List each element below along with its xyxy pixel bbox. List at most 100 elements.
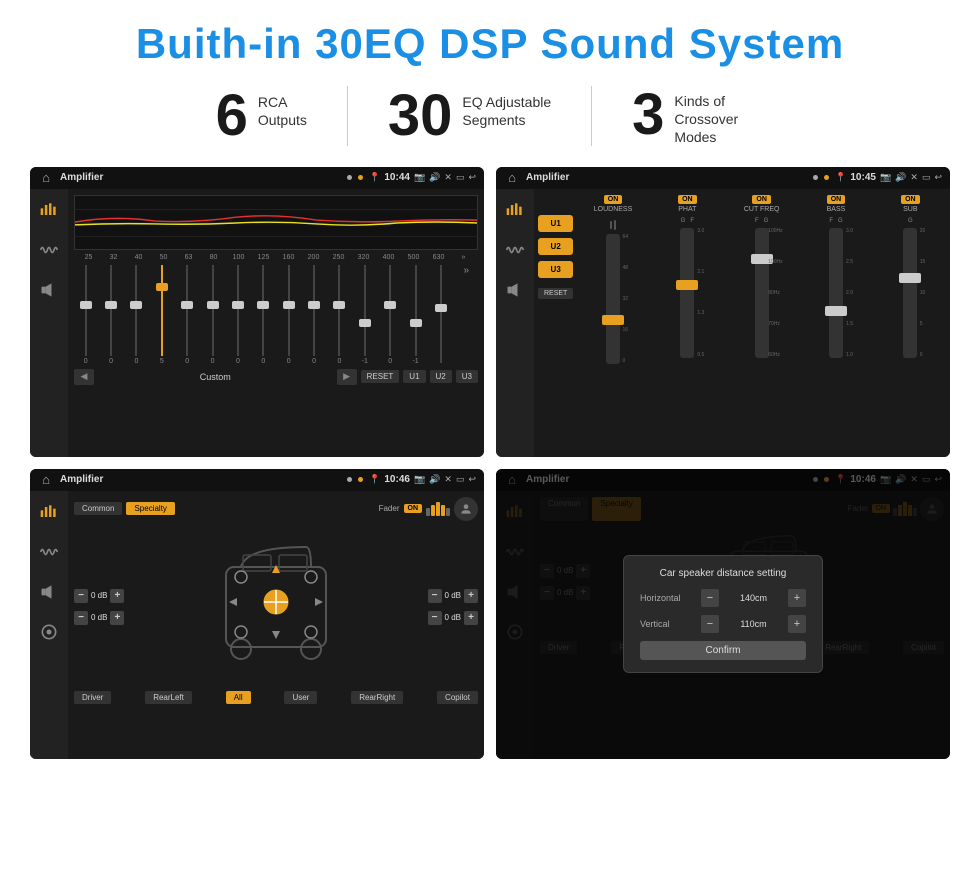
sub-track[interactable]: 20 15 10 5 0 (903, 228, 917, 358)
home-icon-crossover[interactable]: ⌂ (38, 472, 54, 488)
dot-2 (358, 175, 363, 180)
amp-u2-btn[interactable]: U2 (538, 238, 573, 255)
eq-u3-btn[interactable]: U3 (456, 370, 478, 383)
stat-item-rca: 6 RCAOutputs (176, 87, 347, 145)
amp-controls: ON LOUDNESS 64 (577, 195, 946, 451)
bass-track[interactable]: 3.0 2.5 2.0 1.5 1.0 (829, 228, 843, 358)
main-area-eq: 25 32 40 50 63 80 100 125 160 200 250 32… (68, 189, 484, 457)
eq-slider-10[interactable]: 0 (328, 265, 351, 365)
eq-graph (74, 195, 478, 250)
confirm-button[interactable]: Confirm (640, 641, 806, 660)
amp-loudness-on[interactable]: ON (604, 195, 623, 204)
eq-slider-13[interactable]: -1 (404, 265, 427, 365)
sidebar-eq-icon-crossover[interactable] (36, 499, 62, 525)
eq-slider-7[interactable]: 0 (252, 265, 275, 365)
eq-u2-btn[interactable]: U2 (430, 370, 452, 383)
cutfreq-track[interactable]: 100Hz 100Hz 80Hz 70Hz 60Hz (755, 228, 769, 358)
eq-slider-6[interactable]: 0 (226, 265, 249, 365)
freq-labels: 25 32 40 50 63 80 100 125 160 200 250 32… (74, 254, 478, 261)
stat-number-crossover: 3 (632, 86, 664, 144)
eq-slider-12[interactable]: 0 (379, 265, 402, 365)
rearright-btn[interactable]: RearRight (351, 691, 403, 704)
tab-specialty[interactable]: Specialty (126, 502, 174, 515)
amp-u3-btn[interactable]: U3 (538, 261, 573, 278)
vol-right-bottom-plus[interactable]: + (464, 611, 478, 625)
screen-eq: ⌂ Amplifier 📍 10:44 📷 🔊 ✕ ▭ ↩ (30, 167, 484, 457)
sidebar-eq-icon[interactable] (36, 197, 62, 223)
sidebar-wave-icon-amp[interactable] (502, 237, 528, 263)
eq-reset-btn[interactable]: RESET (361, 370, 400, 383)
amp-bass-on[interactable]: ON (827, 195, 846, 204)
copilot-btn[interactable]: Copilot (437, 691, 478, 704)
eq-slider-11[interactable]: -1 (353, 265, 376, 365)
amp-bass-col: ON BASS F G 3.0 2.5 2.0 1.5 (800, 195, 871, 358)
eq-prev-btn[interactable]: ◀ (74, 369, 94, 385)
eq-slider-4[interactable]: 0 (176, 265, 199, 365)
amp-phat-on[interactable]: ON (678, 195, 697, 204)
eq-slider-0[interactable]: 0 (74, 265, 97, 365)
vol-left-bottom-minus[interactable]: − (74, 611, 88, 625)
profile-icon[interactable] (454, 497, 478, 521)
sidebar-eq-icon-amp[interactable] (502, 197, 528, 223)
screen-amp-title: Amplifier (526, 172, 807, 183)
phat-track[interactable]: 3.0 2.1 1.3 0.5 (680, 228, 694, 358)
sidebar-speaker-icon-amp[interactable] (502, 277, 528, 303)
fader-on-badge[interactable]: ON (404, 504, 423, 513)
dot-amp-2 (824, 175, 829, 180)
car-layout-area: − 0 dB + − 0 dB + (74, 527, 478, 687)
sidebar-speaker-icon-crossover[interactable] (36, 579, 62, 605)
vol-right-bottom-minus[interactable]: − (428, 611, 442, 625)
vertical-plus-btn[interactable]: + (788, 615, 806, 633)
vol-left-top-plus[interactable]: + (110, 589, 124, 603)
sidebar-speaker-icon[interactable] (36, 277, 62, 303)
amp-sub-on[interactable]: ON (901, 195, 920, 204)
horizontal-plus-btn[interactable]: + (788, 589, 806, 607)
driver-btn[interactable]: Driver (74, 691, 111, 704)
stat-item-eq: 30 EQ AdjustableSegments (348, 87, 591, 145)
dot-1 (347, 175, 352, 180)
vol-right-top-plus[interactable]: + (464, 589, 478, 603)
eq-next-btn[interactable]: ▶ (337, 369, 357, 385)
car-diagram (128, 527, 423, 687)
amp-u1-btn[interactable]: U1 (538, 215, 573, 232)
vol-left-bottom-plus[interactable]: + (110, 611, 124, 625)
main-area-amp: U1 U2 U3 RESET ON LOUDNESS (534, 189, 950, 457)
sidebar-wave-icon-crossover[interactable] (36, 539, 62, 565)
user-btn[interactable]: User (284, 691, 317, 704)
home-icon-amp[interactable]: ⌂ (504, 170, 520, 186)
eq-slider-2[interactable]: 0 (125, 265, 148, 365)
stat-label-rca: RCAOutputs (258, 93, 307, 129)
vol-right: − 0 dB + − 0 dB + (428, 527, 478, 687)
dot-c2 (358, 477, 363, 482)
page-wrapper: Buith-in 30EQ DSP Sound System 6 RCAOutp… (0, 0, 980, 779)
amp-cutfreq-on[interactable]: ON (752, 195, 771, 204)
amp-bass-label: BASS (827, 206, 846, 213)
sidebar-wave-icon[interactable] (36, 237, 62, 263)
vol-left: − 0 dB + − 0 dB + (74, 527, 124, 687)
home-icon[interactable]: ⌂ (38, 170, 54, 186)
stat-item-crossover: 3 Kinds ofCrossover Modes (592, 86, 804, 147)
eq-u1-btn[interactable]: U1 (403, 370, 425, 383)
vertical-value: 110cm (725, 619, 782, 629)
screen-crossover: ⌂ Amplifier 📍 10:46 📷 🔊 ✕ ▭ ↩ (30, 469, 484, 759)
sidebar-surround-icon[interactable] (36, 619, 62, 645)
amp-cutfreq-label: CUT FREQ (744, 206, 780, 213)
horizontal-minus-btn[interactable]: − (701, 589, 719, 607)
tab-common[interactable]: Common (74, 502, 122, 515)
vol-right-top-minus[interactable]: − (428, 589, 442, 603)
eq-slider-5[interactable]: 0 (201, 265, 224, 365)
eq-slider-8[interactable]: 0 (277, 265, 300, 365)
all-btn[interactable]: All (226, 691, 251, 704)
rearleft-btn[interactable]: RearLeft (145, 691, 192, 704)
eq-slider-3[interactable]: 5 (150, 265, 173, 365)
vertical-minus-btn[interactable]: − (701, 615, 719, 633)
eq-slider-9[interactable]: 0 (302, 265, 325, 365)
eq-slider-14[interactable] (429, 265, 452, 365)
eq-slider-expand[interactable]: » (455, 265, 478, 365)
vol-left-top-minus[interactable]: − (74, 589, 88, 603)
eq-slider-1[interactable]: 0 (99, 265, 122, 365)
loudness-track[interactable]: 64 48 32 16 0 (606, 234, 620, 364)
status-bar-crossover: ⌂ Amplifier 📍 10:46 📷 🔊 ✕ ▭ ↩ (30, 469, 484, 491)
amp-reset-btn[interactable]: RESET (538, 288, 573, 299)
modal-horizontal-row: Horizontal − 140cm + (640, 589, 806, 607)
